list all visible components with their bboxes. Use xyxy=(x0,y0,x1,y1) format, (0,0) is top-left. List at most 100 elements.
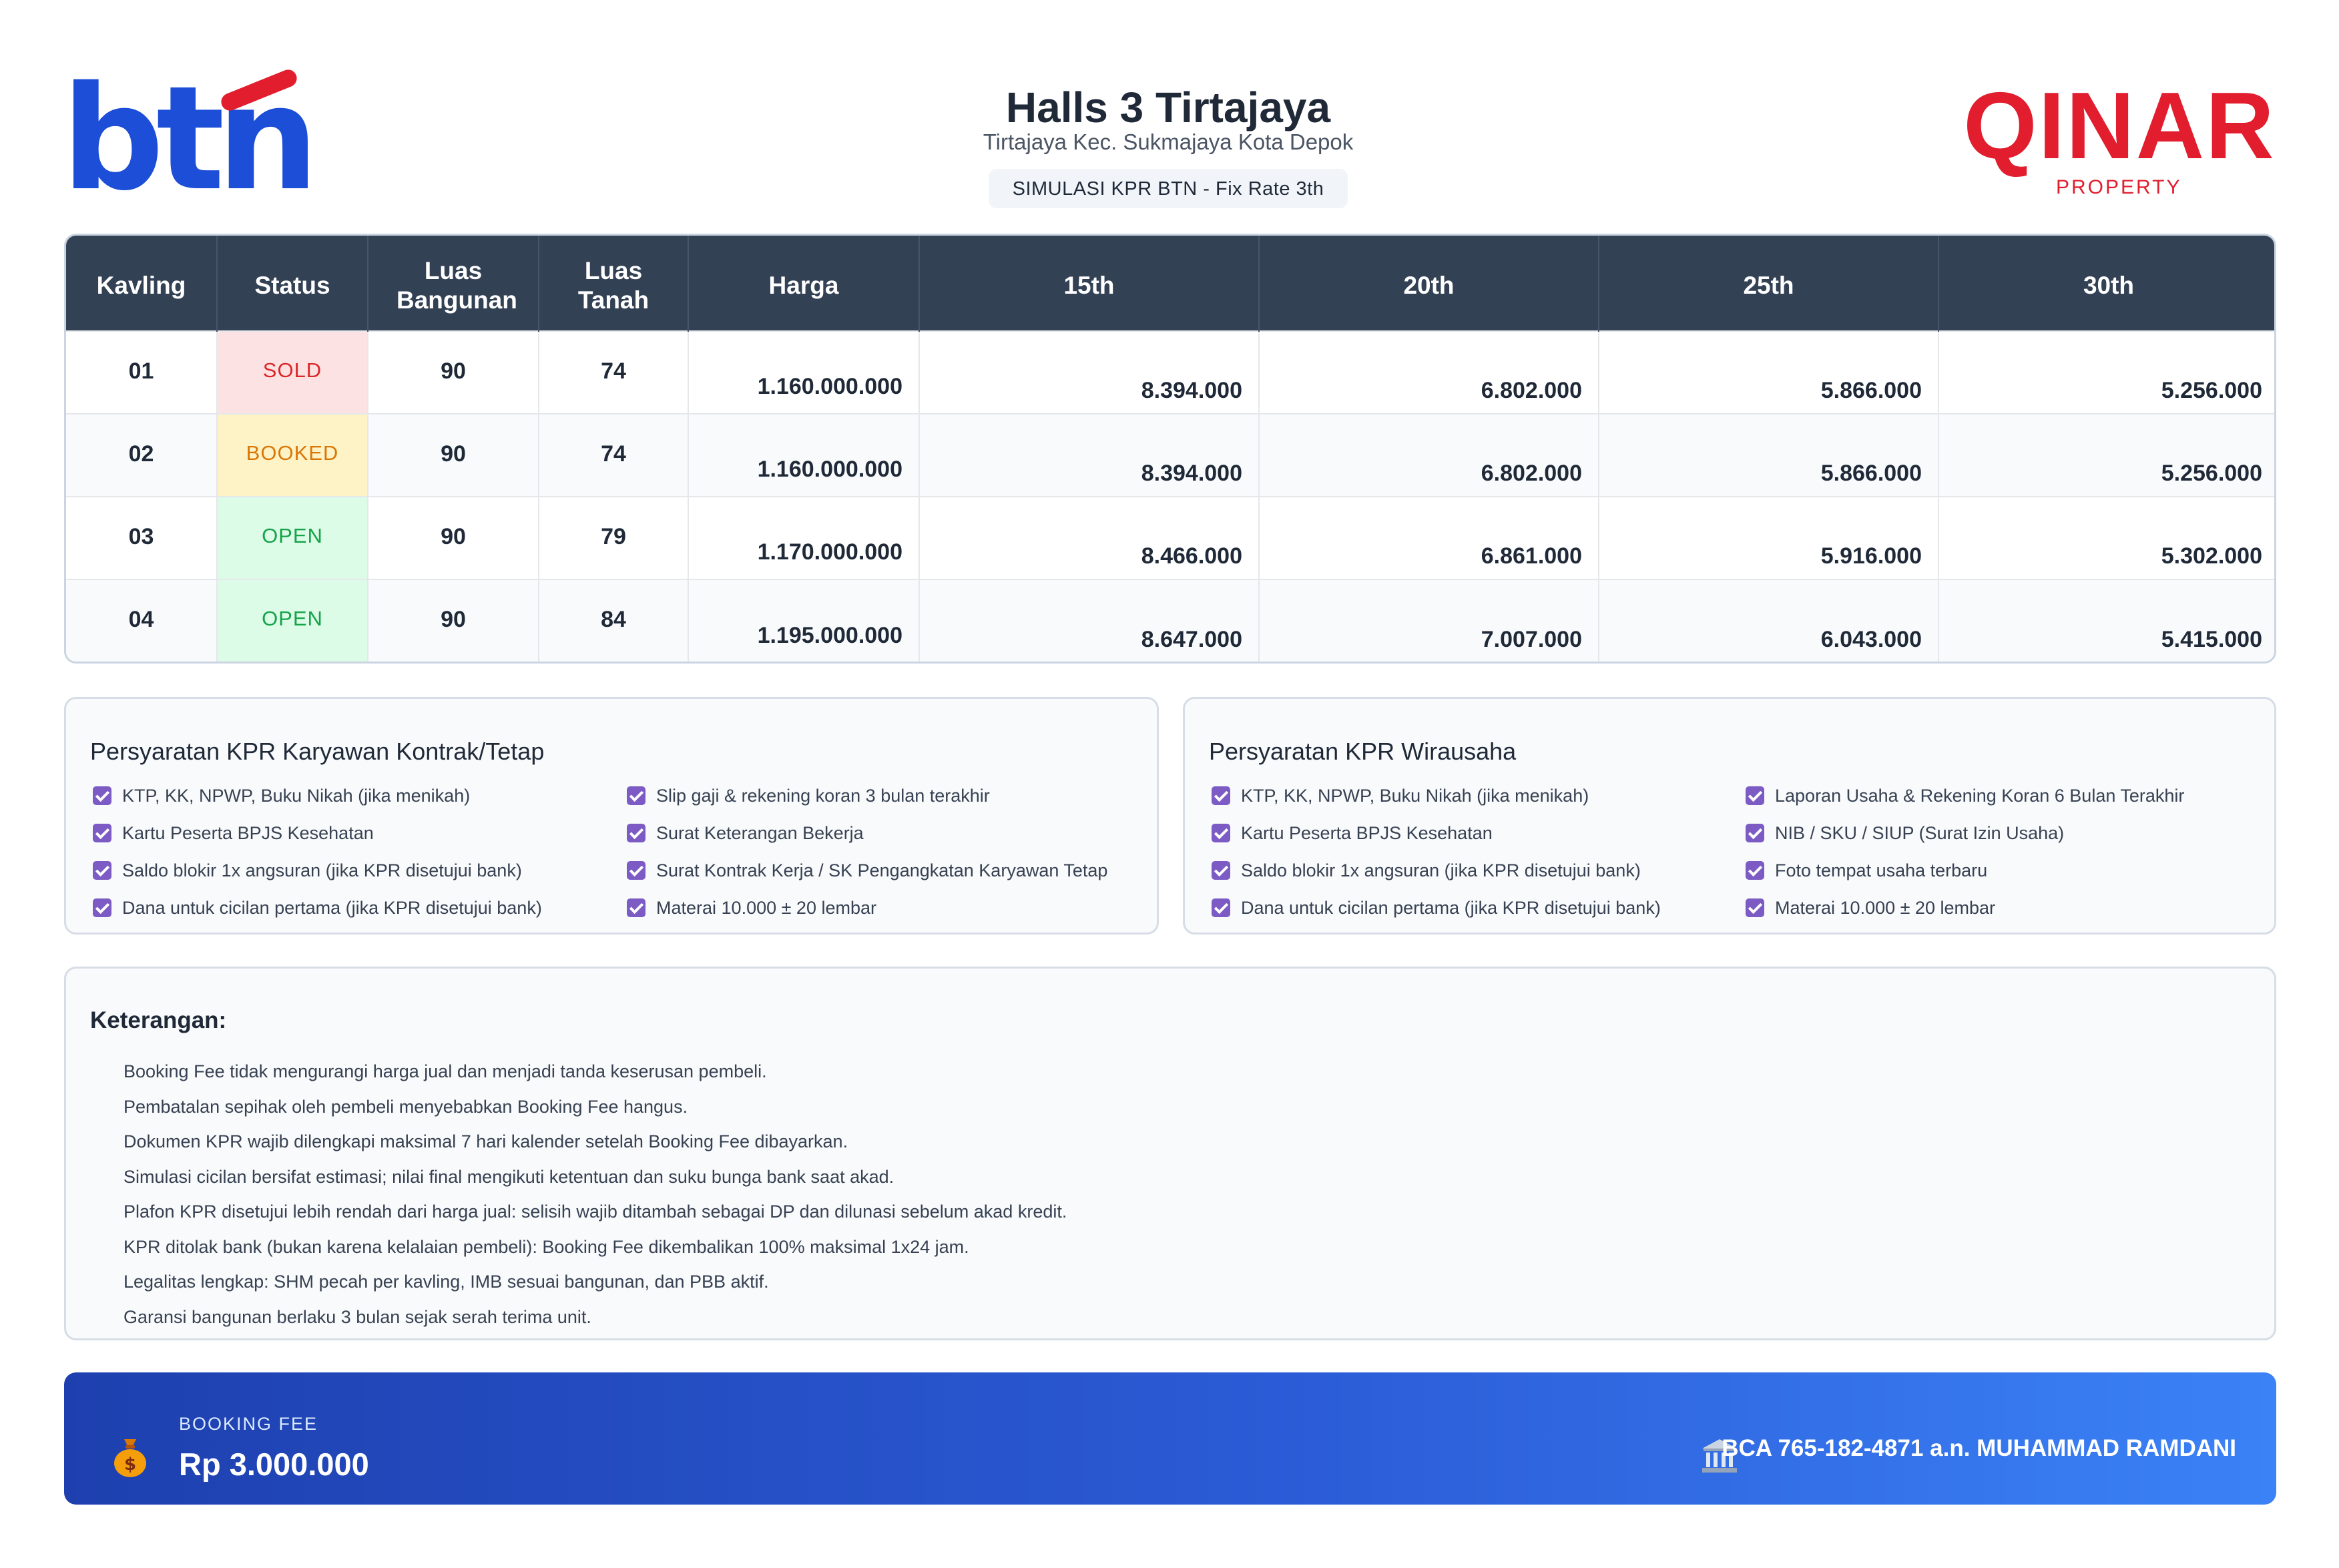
cell-20th: 6.861.000 xyxy=(1259,496,1599,579)
col-header-20th: 20th xyxy=(1259,236,1599,331)
booking-fee-bar: $ BOOKING FEE Rp 3.000.000 BCA 765-182-4… xyxy=(64,1372,2276,1505)
simulation-badge: SIMULASI KPR BTN - Fix Rate 3th xyxy=(988,169,1348,209)
requirement-item: Kartu Peserta BPJS Kesehatan xyxy=(1212,822,1746,844)
requirement-item: NIB / SKU / SIUP (Surat Izin Usaha) xyxy=(1746,822,2253,844)
requirements-karyawan-list: KTP, KK, NPWP, Buku Nikah (jika menikah)… xyxy=(93,784,1134,919)
cell-15th: 8.466.000 xyxy=(919,496,1260,579)
requirement-item: Slip gaji & rekening koran 3 bulan terak… xyxy=(627,784,1134,807)
col-header-25th: 25th xyxy=(1599,236,1939,331)
keterangan-item: KPR ditolak bank (bukan karena kelalaian… xyxy=(123,1236,969,1257)
cell-30th: 5.256.000 xyxy=(1938,330,2274,414)
checkbox-checked-icon xyxy=(1746,898,1764,917)
cell-luas-tanah: 74 xyxy=(539,413,689,497)
keterangan-item: Garansi bangunan berlaku 3 bulan sejak s… xyxy=(123,1306,591,1327)
cell-30th: 5.256.000 xyxy=(1938,413,2274,497)
checkbox-checked-icon xyxy=(627,786,645,805)
checkbox-checked-icon xyxy=(1212,898,1230,917)
btn-logo: btn xyxy=(61,67,319,210)
cell-30th: 5.415.000 xyxy=(1938,579,2274,662)
cell-15th: 8.647.000 xyxy=(919,579,1260,662)
requirement-item: KTP, KK, NPWP, Buku Nikah (jika menikah) xyxy=(93,784,627,807)
checkbox-checked-icon xyxy=(1746,786,1764,805)
cell-status: OPEN xyxy=(217,579,368,662)
requirement-item: Kartu Peserta BPJS Kesehatan xyxy=(93,822,627,844)
requirement-item: Dana untuk cicilan pertama (jika KPR dis… xyxy=(1212,896,1746,919)
requirement-text: Materai 10.000 ± 20 lembar xyxy=(1775,897,1995,918)
qinar-logo: QINAR PROPERTY xyxy=(1956,79,2283,199)
requirement-text: Slip gaji & rekening koran 3 bulan terak… xyxy=(656,785,990,806)
requirement-text: NIB / SKU / SIUP (Surat Izin Usaha) xyxy=(1775,822,2065,843)
keterangan-title: Keterangan: xyxy=(90,1007,227,1033)
checkbox-checked-icon xyxy=(1212,824,1230,842)
page-subtitle: Tirtajaya Kec. Sukmajaya Kota Depok xyxy=(983,129,1354,155)
cell-luas-tanah: 74 xyxy=(539,330,689,414)
cell-status: OPEN xyxy=(217,496,368,579)
col-header-luas-tanah: Luas Tanah xyxy=(539,236,689,331)
cell-20th: 7.007.000 xyxy=(1259,579,1599,662)
header: btn Halls 3 Tirtajaya Tirtajaya Kec. Suk… xyxy=(0,0,2339,220)
requirement-item: Materai 10.000 ± 20 lembar xyxy=(1746,896,2253,919)
table-row: 01 SOLD 90 74 1.160.000.000 8.394.000 6.… xyxy=(66,330,2274,414)
cell-15th: 8.394.000 xyxy=(919,413,1260,497)
checkbox-checked-icon xyxy=(627,861,645,880)
col-header-luas-bangunan-text: Luas Bangunan xyxy=(397,256,517,314)
cell-harga: 1.195.000.000 xyxy=(688,579,920,662)
page-title: Halls 3 Tirtajaya xyxy=(1005,83,1331,132)
checkbox-checked-icon xyxy=(1212,786,1230,805)
cell-luas-bangunan: 90 xyxy=(368,496,539,579)
cell-25th: 5.866.000 xyxy=(1599,413,1939,497)
keterangan-item: Dokumen KPR wajib dilengkapi maksimal 7 … xyxy=(123,1131,848,1151)
cell-30th: 5.302.000 xyxy=(1938,496,2274,579)
requirement-item: Foto tempat usaha terbaru xyxy=(1746,859,2253,882)
cell-harga: 1.160.000.000 xyxy=(688,413,920,497)
requirement-text: Saldo blokir 1x angsuran (jika KPR diset… xyxy=(1241,860,1641,880)
requirements-karyawan-title: Persyaratan KPR Karyawan Kontrak/Tetap xyxy=(90,738,545,765)
requirement-text: Dana untuk cicilan pertama (jika KPR dis… xyxy=(1241,897,1661,918)
cell-kavling: 04 xyxy=(66,579,218,662)
cell-kavling: 01 xyxy=(66,330,218,414)
table-header-row: Kavling Status Luas Bangunan Luas Tanah … xyxy=(66,236,2274,331)
bank-account-text: BCA 765-182-4871 a.n. MUHAMMAD RAMDANI xyxy=(1722,1435,2236,1461)
money-bag-icon: $ xyxy=(114,1439,146,1477)
cell-25th: 5.916.000 xyxy=(1599,496,1939,579)
requirement-item: Saldo blokir 1x angsuran (jika KPR diset… xyxy=(1212,859,1746,882)
requirements-karyawan-card: Persyaratan KPR Karyawan Kontrak/Tetap K… xyxy=(64,697,1159,935)
cell-luas-bangunan: 90 xyxy=(368,579,539,662)
booking-fee-value: Rp 3.000.000 xyxy=(179,1447,369,1482)
cell-luas-bangunan: 90 xyxy=(368,330,539,414)
keterangan-item: Plafon KPR disetujui lebih rendah dari h… xyxy=(123,1202,1067,1222)
checkbox-checked-icon xyxy=(1746,824,1764,842)
cell-status: BOOKED xyxy=(217,413,368,497)
checkbox-checked-icon xyxy=(93,861,111,880)
cell-25th: 5.866.000 xyxy=(1599,330,1939,414)
requirement-text: Surat Keterangan Bekerja xyxy=(656,822,864,843)
checkbox-checked-icon xyxy=(93,786,111,805)
requirement-text: Kartu Peserta BPJS Kesehatan xyxy=(122,822,374,843)
col-header-kavling: Kavling xyxy=(66,236,218,331)
cell-25th: 6.043.000 xyxy=(1599,579,1939,662)
col-header-luas-bangunan: Luas Bangunan xyxy=(368,236,539,331)
cell-15th: 8.394.000 xyxy=(919,330,1260,414)
requirement-item: Laporan Usaha & Rekening Koran 6 Bulan T… xyxy=(1746,784,2253,807)
title-block: Halls 3 Tirtajaya Tirtajaya Kec. Sukmaja… xyxy=(834,83,1502,209)
requirement-text: Dana untuk cicilan pertama (jika KPR dis… xyxy=(122,897,542,918)
col-header-luas-tanah-text: Luas Tanah xyxy=(577,256,649,314)
checkbox-checked-icon xyxy=(93,824,111,842)
requirement-text: Materai 10.000 ± 20 lembar xyxy=(656,897,876,918)
requirement-item: Surat Keterangan Bekerja xyxy=(627,822,1134,844)
requirement-text: KTP, KK, NPWP, Buku Nikah (jika menikah) xyxy=(1241,785,1589,806)
requirements-wirausaha-title: Persyaratan KPR Wirausaha xyxy=(1209,738,1517,765)
requirement-item: KTP, KK, NPWP, Buku Nikah (jika menikah) xyxy=(1212,784,1746,807)
cell-status: SOLD xyxy=(217,330,368,414)
requirement-text: Surat Kontrak Kerja / SK Pengangkatan Ka… xyxy=(656,860,1108,880)
requirement-text: KTP, KK, NPWP, Buku Nikah (jika menikah) xyxy=(122,785,471,806)
cell-20th: 6.802.000 xyxy=(1259,413,1599,497)
qinar-logo-sub: PROPERTY xyxy=(2056,176,2182,198)
cell-luas-tanah: 79 xyxy=(539,496,689,579)
cell-luas-bangunan: 90 xyxy=(368,413,539,497)
cell-harga: 1.170.000.000 xyxy=(688,496,920,579)
requirement-text: Foto tempat usaha terbaru xyxy=(1775,860,1988,880)
col-header-30th: 30th xyxy=(2083,271,2135,299)
checkbox-checked-icon xyxy=(1746,861,1764,880)
checkbox-checked-icon xyxy=(93,898,111,917)
